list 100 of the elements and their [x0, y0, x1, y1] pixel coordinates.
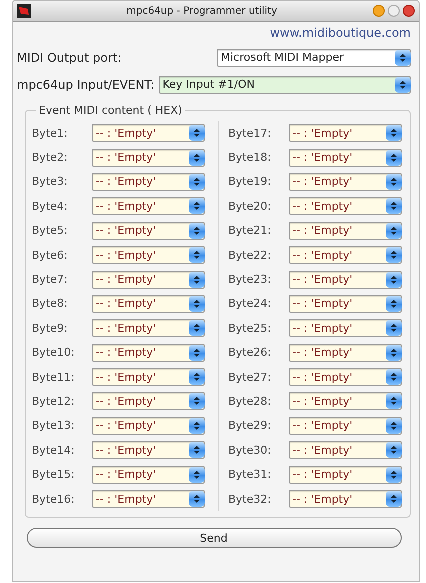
- byte-label: Byte5:: [32, 224, 69, 238]
- byte-dropdown[interactable]: -- : 'Empty': [288, 148, 402, 167]
- dropdown-arrows-icon: [193, 470, 201, 480]
- dropdown-arrows-icon: [193, 274, 201, 285]
- byte-label: Byte16:: [32, 492, 76, 506]
- byte-dropdown[interactable]: -- : 'Empty': [288, 466, 402, 484]
- dropdown-arrows-icon: [390, 250, 398, 260]
- dropdown-arrows-icon: [390, 298, 398, 309]
- byte-label: Byte14:: [32, 444, 76, 457]
- byte-dropdown[interactable]: -- : 'Empty': [92, 294, 205, 313]
- dropdown-arrows-icon: [390, 201, 398, 212]
- dropdown-arrows-icon: [390, 348, 398, 358]
- byte-label: Byte9:: [32, 322, 69, 335]
- dropdown-arrows-icon: [390, 176, 398, 187]
- website-link[interactable]: www.midiboutique.com: [270, 26, 411, 40]
- byte-label: Byte30:: [228, 444, 272, 457]
- byte-dropdown[interactable]: -- : 'Empty': [92, 270, 205, 289]
- dropdown-arrows-icon: [399, 80, 407, 90]
- byte-dropdown[interactable]: -- : 'Empty': [92, 172, 205, 191]
- input-event-dropdown[interactable]: Key Input #1/ON: [158, 76, 411, 94]
- byte-dropdown[interactable]: -- : 'Empty': [288, 392, 402, 410]
- byte-label: Byte23:: [228, 273, 272, 286]
- byte-label: Byte15:: [32, 468, 76, 482]
- send-button[interactable]: Send: [26, 528, 402, 548]
- byte-label: Byte19:: [228, 175, 272, 188]
- dropdown-arrows-icon: [193, 420, 201, 431]
- dropdown-arrows-icon: [193, 348, 201, 358]
- byte-label: Byte32:: [228, 492, 272, 506]
- dropdown-arrows-icon: [390, 226, 398, 236]
- group-legend: Event MIDI content ( HEX): [36, 104, 186, 117]
- byte-label: Byte28:: [228, 394, 272, 408]
- dropdown-arrows-icon: [390, 445, 398, 456]
- byte-dropdown[interactable]: -- : 'Empty': [92, 222, 205, 240]
- byte-dropdown[interactable]: -- : 'Empty': [288, 416, 402, 435]
- dropdown-arrows-icon: [399, 52, 407, 62]
- byte-dropdown[interactable]: -- : 'Empty': [92, 246, 205, 264]
- byte-label: Byte27:: [228, 370, 272, 384]
- byte-label: Byte2:: [32, 151, 69, 164]
- byte-label: Byte22:: [228, 248, 272, 262]
- dropdown-arrows-icon: [390, 420, 398, 431]
- window-title: mpc64up - Programmer utility: [126, 6, 278, 16]
- byte-dropdown[interactable]: -- : 'Empty': [288, 246, 402, 264]
- dropdown-arrows-icon: [193, 176, 201, 187]
- output-port-dropdown[interactable]: Microsoft MIDI Mapper: [217, 48, 411, 66]
- byte-dropdown[interactable]: -- : 'Empty': [288, 270, 402, 289]
- byte-dropdown[interactable]: -- : 'Empty': [92, 416, 205, 435]
- close-button-icon[interactable]: [403, 5, 415, 17]
- byte-dropdown[interactable]: -- : 'Empty': [288, 490, 402, 508]
- byte-dropdown[interactable]: -- : 'Empty': [92, 197, 205, 216]
- dropdown-arrows-icon: [390, 274, 398, 285]
- byte-dropdown[interactable]: -- : 'Empty': [92, 466, 205, 484]
- dropdown-arrows-icon: [193, 396, 201, 406]
- byte-label: Byte3:: [32, 175, 69, 188]
- byte-label: Byte11:: [32, 370, 76, 384]
- byte-dropdown[interactable]: -- : 'Empty': [288, 319, 402, 338]
- dropdown-arrows-icon: [193, 298, 201, 309]
- dropdown-arrows-icon: [193, 494, 201, 504]
- byte-label: Byte6:: [32, 248, 69, 262]
- byte-label: Byte13:: [32, 419, 76, 432]
- dropdown-arrows-icon: [390, 152, 398, 163]
- byte-dropdown[interactable]: -- : 'Empty': [288, 368, 402, 386]
- byte-label: Byte4:: [32, 200, 69, 213]
- output-port-label: MIDI Output port:: [17, 50, 123, 64]
- dropdown-arrows-icon: [390, 494, 398, 504]
- dropdown-arrows-icon: [193, 372, 201, 382]
- byte-dropdown[interactable]: -- : 'Empty': [92, 124, 205, 142]
- minimize-button-icon[interactable]: [373, 5, 385, 17]
- dropdown-arrows-icon: [193, 323, 201, 334]
- dropdown-arrows-icon: [390, 470, 398, 480]
- byte-dropdown[interactable]: -- : 'Empty': [92, 392, 205, 410]
- dropdown-arrows-icon: [193, 445, 201, 456]
- byte-dropdown[interactable]: -- : 'Empty': [92, 490, 205, 508]
- byte-label: Byte1:: [32, 126, 69, 140]
- dropdown-arrows-icon: [390, 128, 398, 138]
- dropdown-arrows-icon: [390, 323, 398, 334]
- byte-label: Byte8:: [32, 297, 69, 310]
- byte-dropdown[interactable]: -- : 'Empty': [92, 319, 205, 338]
- byte-dropdown[interactable]: -- : 'Empty': [288, 124, 402, 142]
- byte-dropdown[interactable]: -- : 'Empty': [92, 368, 205, 386]
- byte-dropdown[interactable]: -- : 'Empty': [92, 344, 205, 362]
- byte-label: Byte10:: [32, 346, 76, 360]
- byte-dropdown[interactable]: -- : 'Empty': [288, 222, 402, 240]
- byte-dropdown[interactable]: -- : 'Empty': [92, 441, 205, 460]
- input-event-label: mpc64up Input/EVENT:: [17, 78, 155, 92]
- byte-dropdown[interactable]: -- : 'Empty': [92, 148, 205, 167]
- dropdown-arrows-icon: [193, 128, 201, 138]
- byte-label: Byte18:: [228, 151, 272, 164]
- byte-label: Byte25:: [228, 322, 272, 335]
- byte-dropdown[interactable]: -- : 'Empty': [288, 441, 402, 460]
- byte-dropdown[interactable]: -- : 'Empty': [288, 294, 402, 313]
- dropdown-arrows-icon: [193, 201, 201, 212]
- dropdown-arrows-icon: [390, 396, 398, 406]
- byte-dropdown[interactable]: -- : 'Empty': [288, 197, 402, 216]
- byte-label: Byte12:: [32, 394, 76, 408]
- app-icon: [17, 4, 31, 18]
- byte-label: Byte21:: [228, 224, 272, 238]
- byte-dropdown[interactable]: -- : 'Empty': [288, 344, 402, 362]
- byte-dropdown[interactable]: -- : 'Empty': [288, 172, 402, 191]
- byte-label: Byte29:: [228, 419, 272, 432]
- dropdown-arrows-icon: [193, 250, 201, 260]
